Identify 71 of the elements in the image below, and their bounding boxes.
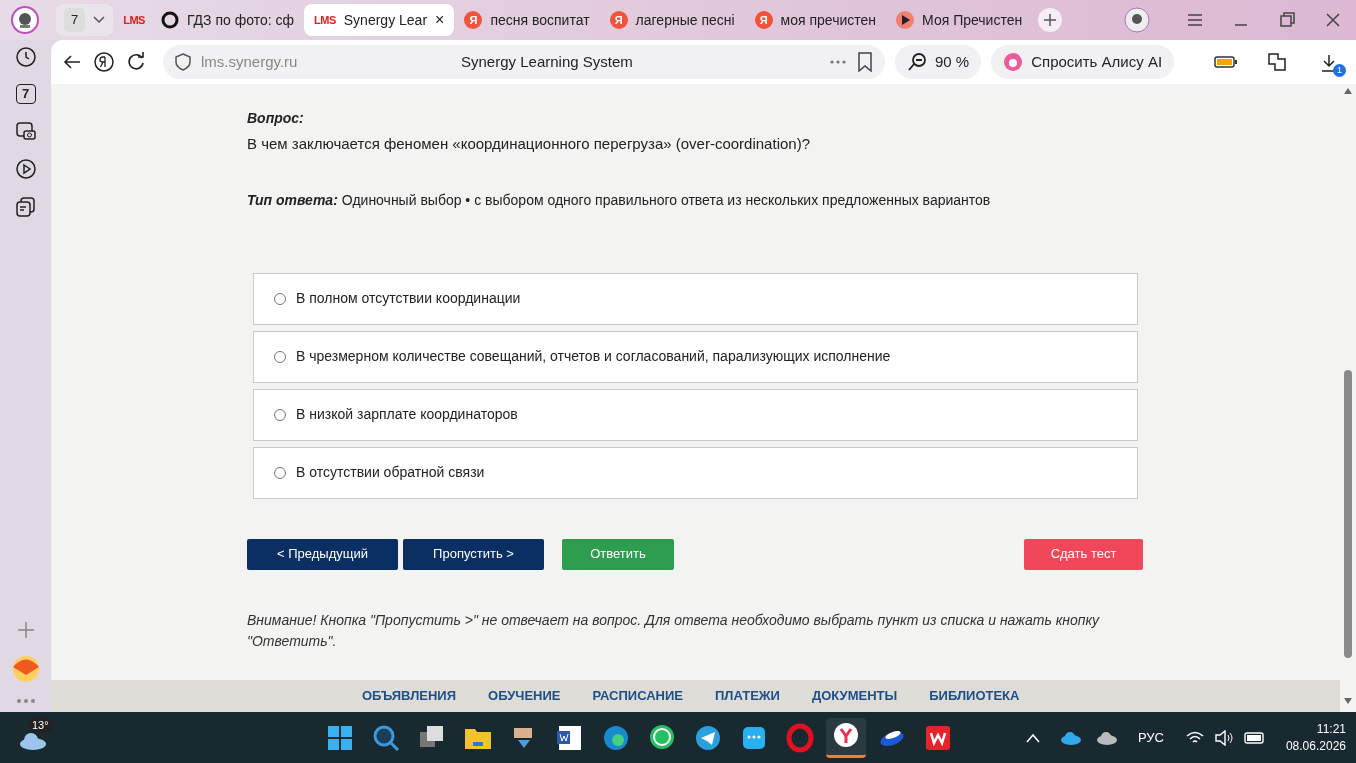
- chevron-up-icon[interactable]: [1025, 732, 1040, 743]
- chevron-down-icon: [93, 16, 106, 24]
- browser-tab[interactable]: Я песня воспитат: [454, 4, 600, 36]
- tab-logo: LMS: [123, 12, 145, 28]
- downloads-button[interactable]: 1: [1316, 47, 1346, 77]
- new-tab-icon[interactable]: [1038, 8, 1063, 32]
- browser-tab[interactable]: LMS Synergy Lear ×: [304, 4, 455, 36]
- answer-option[interactable]: В чрезмерном количестве совещаний, отчетов и согласований, парализующих исполнение: [253, 330, 1138, 383]
- previous-button[interactable]: < Предыдущий: [247, 538, 398, 570]
- profile-avatar-icon[interactable]: [10, 5, 40, 35]
- battery-icon[interactable]: [1214, 55, 1238, 69]
- footer-link[interactable]: ОБУЧЕНИЕ: [488, 680, 561, 712]
- play-icon: [896, 11, 915, 29]
- history-icon[interactable]: [14, 46, 37, 68]
- tab-count: 7: [64, 8, 86, 32]
- taskbar-app-button[interactable]: [826, 717, 866, 758]
- shield-icon: [175, 53, 191, 71]
- scrollbar-thumb[interactable]: [1344, 370, 1352, 658]
- alice-button[interactable]: Спросить Алису AI: [991, 45, 1175, 79]
- bookmark-icon[interactable]: [857, 52, 873, 72]
- browser-tab[interactable]: Я лагерные песні: [599, 4, 745, 36]
- address-bar[interactable]: lms.synergy.ru Synergy Learning System: [163, 45, 885, 79]
- temperature-text: 13°: [28, 716, 53, 733]
- footer-link[interactable]: БИБЛИОТЕКА: [929, 680, 1020, 712]
- clock-date: 08.06.2026: [1285, 737, 1346, 755]
- scroll-up-icon[interactable]: [1344, 88, 1352, 94]
- answer-option[interactable]: В низкой зарплате координаторов: [253, 388, 1138, 441]
- clock-time: 11:21: [1316, 720, 1346, 738]
- footer-link[interactable]: ДОКУМЕНТЫ: [811, 680, 898, 712]
- question-text: В чем заключается феномен «координационного перегруза» (over-coordination)?: [247, 134, 811, 154]
- answer-type-label: Тип ответа:: [247, 190, 338, 210]
- profile-avatar-icon[interactable]: [1124, 7, 1150, 33]
- alice-icon: [1003, 52, 1024, 72]
- tab-logo: Я: [464, 11, 483, 29]
- opera-icon: [784, 721, 816, 754]
- answer-type-value: Одиночный выбор • с выбором одного правильного ответа из нескольких предложенных вариантов: [341, 190, 991, 210]
- tab-logo: Я: [609, 11, 628, 29]
- footer-link[interactable]: ОБЪЯВЛЕНИЯ: [362, 680, 457, 712]
- close-tab-button[interactable]: ×: [435, 8, 445, 32]
- zoom-out-icon: [907, 52, 927, 72]
- browser-tab[interactable]: Я моя пречистен: [744, 4, 887, 36]
- yandex-icon[interactable]: [93, 51, 115, 73]
- browser-tab[interactable]: Моя Пречистен: [886, 4, 1033, 36]
- answer-option[interactable]: В полном отсутствии координации: [253, 272, 1138, 325]
- footer-link[interactable]: РАСПИСАНИЕ: [592, 680, 683, 712]
- footer-link[interactable]: ПЛАТЕЖИ: [715, 680, 780, 712]
- tab-counter-button[interactable]: 7: [56, 4, 114, 36]
- skip-button[interactable]: Пропустить >: [403, 538, 544, 570]
- tab-logo: LMS: [314, 12, 336, 28]
- tab-logo: Я: [754, 11, 773, 29]
- weather-widget[interactable]: 13°: [10, 716, 56, 759]
- calendar-button[interactable]: 7: [15, 84, 36, 104]
- downloads-badge: 1: [1333, 64, 1346, 77]
- circle-icon: [160, 11, 179, 29]
- more-icon[interactable]: [829, 59, 847, 65]
- clock-button[interactable]: 11:21 08.06.2026: [1285, 720, 1346, 755]
- reload-icon[interactable]: [125, 51, 147, 73]
- more-icon[interactable]: [15, 698, 36, 704]
- extensions-icon[interactable]: [1266, 51, 1288, 73]
- play-circle-icon[interactable]: [14, 158, 37, 180]
- finish-test-button[interactable]: Сдать тест: [1024, 538, 1143, 570]
- language-indicator[interactable]: РУС: [1137, 727, 1164, 748]
- answer-option[interactable]: В отсутствии обратной связи: [253, 446, 1138, 499]
- scroll-down-icon[interactable]: [1344, 698, 1352, 704]
- question-label: Вопрос:: [247, 109, 305, 128]
- collections-icon[interactable]: [14, 196, 37, 218]
- screenshot-icon[interactable]: [14, 120, 37, 142]
- volume-icon[interactable]: [1213, 729, 1234, 746]
- zoom-button[interactable]: 90 %: [895, 45, 982, 79]
- notice-text: Внимание! Кнопка "Пропустить >" не отвечает на вопрос. Для ответа необходимо выбрать пункт из списка и нажать кнопку "Ответить".: [247, 610, 1101, 651]
- battery-icon[interactable]: [1243, 731, 1266, 744]
